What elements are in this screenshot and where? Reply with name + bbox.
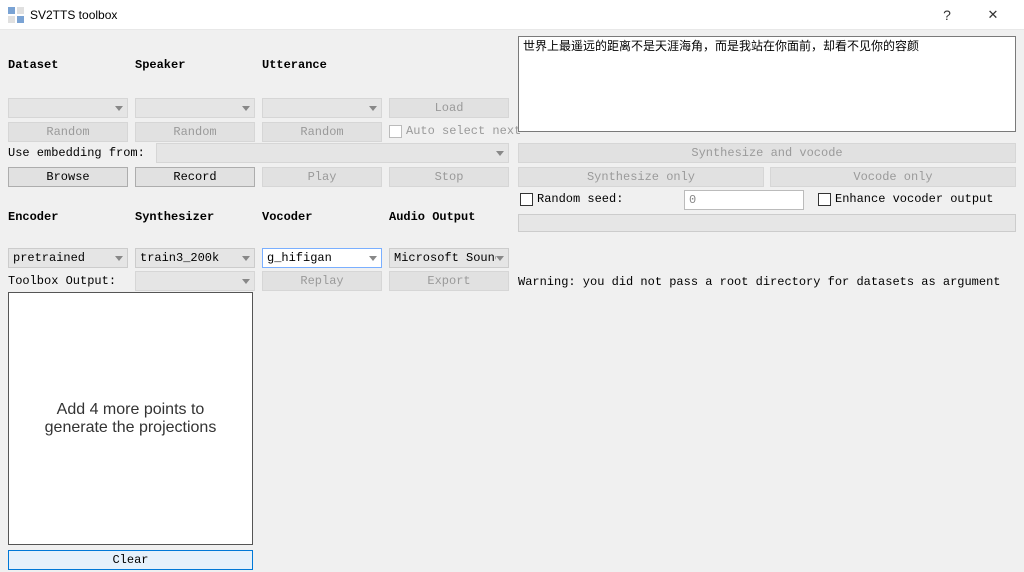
window-title: SV2TTS toolbox <box>30 8 117 22</box>
vocoder-label: Vocoder <box>262 210 312 224</box>
synthesize-and-vocode-label: Synthesize and vocode <box>691 146 842 160</box>
synthesize-only-button[interactable]: Synthesize only <box>518 167 764 187</box>
chevron-down-icon <box>496 256 504 261</box>
browse-button-label: Browse <box>46 170 89 184</box>
vocode-only-button[interactable]: Vocode only <box>770 167 1016 187</box>
chevron-down-icon <box>115 256 123 261</box>
random-utterance-label: Random <box>300 125 343 139</box>
utterance-combo[interactable] <box>262 98 382 118</box>
enhance-vocoder-checkbox[interactable]: Enhance vocoder output <box>818 192 993 206</box>
export-button[interactable]: Export <box>389 271 509 291</box>
viz-message: Add 4 more points to generate the projec… <box>45 401 217 437</box>
chevron-down-icon <box>369 106 377 111</box>
vocoder-combo[interactable]: g_hifigan <box>262 248 382 268</box>
checkbox-box-icon <box>818 193 831 206</box>
chevron-down-icon <box>242 106 250 111</box>
vocoder-combo-value: g_hifigan <box>267 251 332 265</box>
play-button-label: Play <box>308 170 337 184</box>
auto-select-next-label: Auto select next <box>406 124 521 138</box>
text-input[interactable]: 世界上最遥远的距离不是天涯海角，而是我站在你面前，却看不见你的容颜 <box>518 36 1016 132</box>
synthesizer-label: Synthesizer <box>135 210 214 224</box>
random-speaker-label: Random <box>173 125 216 139</box>
content-area: Dataset Speaker Utterance Load Random Ra… <box>0 30 1024 572</box>
synthesizer-combo-value: train3_200k <box>140 251 219 265</box>
audio-output-combo-value: Microsoft Sound Mapp <box>394 251 496 265</box>
record-button[interactable]: Record <box>135 167 255 187</box>
speaker-label: Speaker <box>135 58 185 72</box>
chevron-down-icon <box>242 256 250 261</box>
encoder-combo[interactable]: pretrained <box>8 248 128 268</box>
export-button-label: Export <box>427 274 470 288</box>
clear-button-label: Clear <box>112 553 148 567</box>
browse-button[interactable]: Browse <box>8 167 128 187</box>
help-button[interactable]: ? <box>924 0 970 30</box>
close-icon: ✕ <box>988 7 999 23</box>
dataset-combo[interactable] <box>8 98 128 118</box>
replay-button-label: Replay <box>300 274 343 288</box>
progress-bar <box>518 214 1016 232</box>
random-seed-value: 0 <box>689 193 696 207</box>
chevron-down-icon <box>115 106 123 111</box>
embedding-from-combo[interactable] <box>156 143 509 163</box>
record-button-label: Record <box>173 170 216 184</box>
audio-output-combo[interactable]: Microsoft Sound Mapp <box>389 248 509 268</box>
random-dataset-label: Random <box>46 125 89 139</box>
stop-button-label: Stop <box>435 170 464 184</box>
chevron-down-icon <box>242 279 250 284</box>
play-button[interactable]: Play <box>262 167 382 187</box>
utterance-label: Utterance <box>262 58 327 72</box>
chevron-down-icon <box>369 256 377 261</box>
random-seed-input[interactable]: 0 <box>684 190 804 210</box>
toolbox-output-combo[interactable] <box>135 271 255 291</box>
clear-button[interactable]: Clear <box>8 550 253 570</box>
audio-output-label: Audio Output <box>389 210 475 224</box>
close-button[interactable]: ✕ <box>970 0 1016 30</box>
speaker-combo[interactable] <box>135 98 255 118</box>
app-icon <box>8 7 24 23</box>
load-button[interactable]: Load <box>389 98 509 118</box>
random-seed-label: Random seed: <box>537 192 623 206</box>
random-dataset-button[interactable]: Random <box>8 122 128 142</box>
help-icon: ? <box>943 7 951 23</box>
warning-text: Warning: you did not pass a root directo… <box>518 275 1000 289</box>
dataset-label: Dataset <box>8 58 58 72</box>
auto-select-next-checkbox[interactable]: Auto select next <box>389 124 521 138</box>
vocode-only-label: Vocode only <box>853 170 932 184</box>
encoder-label: Encoder <box>8 210 58 224</box>
random-seed-checkbox[interactable]: Random seed: <box>520 192 623 206</box>
enhance-vocoder-label: Enhance vocoder output <box>835 192 993 206</box>
synthesize-only-label: Synthesize only <box>587 170 695 184</box>
random-speaker-button[interactable]: Random <box>135 122 255 142</box>
checkbox-box-icon <box>389 125 402 138</box>
chevron-down-icon <box>496 151 504 156</box>
encoder-combo-value: pretrained <box>13 251 85 265</box>
toolbox-output-label: Toolbox Output: <box>8 274 116 288</box>
synthesize-and-vocode-button[interactable]: Synthesize and vocode <box>518 143 1016 163</box>
titlebar: SV2TTS toolbox ? ✕ <box>0 0 1024 30</box>
text-input-value: 世界上最遥远的距离不是天涯海角，而是我站在你面前，却看不见你的容颜 <box>523 39 919 53</box>
checkbox-box-icon <box>520 193 533 206</box>
load-button-label: Load <box>435 101 464 115</box>
replay-button[interactable]: Replay <box>262 271 382 291</box>
use-embedding-from-label: Use embedding from: <box>8 146 145 160</box>
stop-button[interactable]: Stop <box>389 167 509 187</box>
projection-viz: Add 4 more points to generate the projec… <box>8 292 253 545</box>
random-utterance-button[interactable]: Random <box>262 122 382 142</box>
synthesizer-combo[interactable]: train3_200k <box>135 248 255 268</box>
